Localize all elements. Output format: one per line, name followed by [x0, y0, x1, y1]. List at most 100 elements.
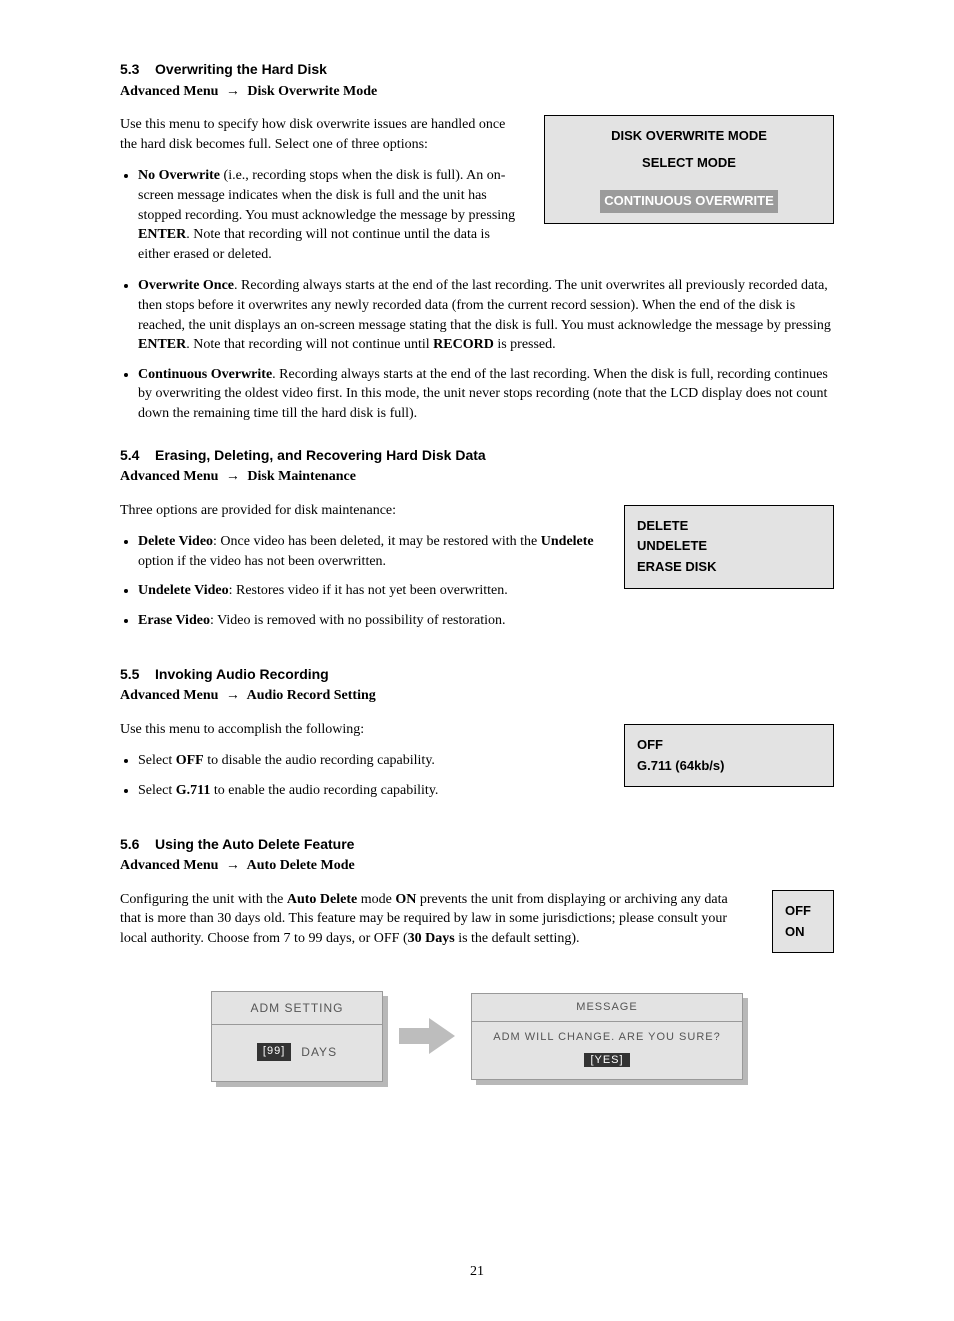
section-title: Overwriting the Hard Disk	[155, 61, 327, 77]
p-text: is the default setting).	[455, 931, 580, 946]
section-5-5: 5.5 Invoking Audio Recording Advanced Me…	[120, 665, 834, 813]
lcd-yes-badge: [YES]	[584, 1053, 629, 1067]
section-number: 5.6	[120, 836, 139, 852]
bullet-list: Select OFF to disable the audio recordin…	[120, 751, 602, 800]
menu-item: ERASE DISK	[637, 557, 821, 578]
page-number: 21	[120, 1262, 834, 1282]
list-item: No Overwrite (i.e., recording stops when…	[138, 166, 522, 264]
lcd-value-badge: [99]	[257, 1043, 291, 1060]
item-label: Overwrite Once	[138, 278, 234, 293]
item-label: Delete Video	[138, 534, 213, 549]
breadcrumb-a: Advanced Menu	[120, 469, 218, 484]
menu-audio-record: OFF G.711 (64kb/s)	[624, 724, 834, 788]
section-heading: 5.3 Overwriting the Hard Disk	[120, 60, 834, 80]
item-label: No Overwrite	[138, 168, 220, 183]
section-5-3: 5.3 Overwriting the Hard Disk Advanced M…	[120, 60, 834, 424]
list-item: Select OFF to disable the audio recordin…	[138, 751, 602, 771]
section-title: Erasing, Deleting, and Recovering Hard D…	[155, 447, 486, 463]
lcd-adm-setting: ADM SETTING [99] DAYS	[211, 991, 383, 1082]
bullet-list: Delete Video: Once video has been delete…	[120, 532, 602, 630]
list-item: Continuous Overwrite. Recording always s…	[138, 365, 834, 424]
item-label: Erase Video	[138, 613, 210, 628]
menu-item: OFF	[637, 735, 821, 756]
breadcrumb: Advanced Menu → Audio Record Setting	[120, 686, 834, 706]
item-label: Continuous Overwrite	[138, 367, 272, 382]
section-number: 5.5	[120, 666, 139, 682]
menu-item: DELETE	[637, 516, 821, 537]
section-heading: 5.5 Invoking Audio Recording	[120, 665, 834, 685]
breadcrumb-a: Advanced Menu	[120, 688, 218, 703]
section-heading: 5.4 Erasing, Deleting, and Recovering Ha…	[120, 446, 834, 466]
undelete-label: Undelete	[541, 534, 594, 549]
lcd-message: MESSAGE ADM WILL CHANGE. ARE YOU SURE? […	[471, 993, 743, 1080]
p-text: mode	[357, 892, 395, 907]
item-text: . Note that recording will not continue …	[138, 227, 490, 262]
item-text: : Video is removed with no possibility o…	[210, 613, 506, 628]
menu-disk-overwrite: DISK OVERWRITE MODE SELECT MODE CONTINUO…	[544, 115, 834, 223]
g711-label: G.711	[176, 783, 211, 798]
item-label: Undelete Video	[138, 583, 229, 598]
item-text: to enable the audio recording capability…	[210, 783, 438, 798]
key-enter: ENTER	[138, 227, 186, 242]
breadcrumb-b: Disk Overwrite Mode	[247, 84, 377, 99]
breadcrumb: Advanced Menu → Auto Delete Mode	[120, 856, 834, 876]
thirty-days-label: 30 Days	[408, 931, 455, 946]
breadcrumb-b: Disk Maintenance	[247, 469, 356, 484]
section-title: Invoking Audio Recording	[155, 666, 329, 682]
menu-title: DISK OVERWRITE MODE	[557, 126, 821, 147]
lcd-row: ADM SETTING [99] DAYS MESSAGE ADM WILL C…	[120, 991, 834, 1082]
menu-selected: CONTINUOUS OVERWRITE	[600, 190, 778, 213]
section-heading: 5.6 Using the Auto Delete Feature	[120, 835, 834, 855]
menu-item: ON	[785, 922, 821, 943]
big-arrow-right-icon	[399, 1016, 455, 1056]
section-5-4: 5.4 Erasing, Deleting, and Recovering Ha…	[120, 446, 834, 643]
p-text: Configuring the unit with the	[120, 892, 287, 907]
lcd-unit: DAYS	[301, 1044, 337, 1061]
menu-item: G.711 (64kb/s)	[637, 756, 821, 777]
breadcrumb-b: Auto Delete Mode	[247, 858, 355, 873]
lcd-msg-text: ADM WILL CHANGE. ARE YOU SURE?	[472, 1022, 742, 1049]
breadcrumb-a: Advanced Menu	[120, 858, 218, 873]
list-item: Undelete Video: Restores video if it has…	[138, 581, 602, 601]
breadcrumb-a: Advanced Menu	[120, 84, 218, 99]
arrow-right-icon: →	[226, 84, 240, 99]
lcd-msg-title: MESSAGE	[472, 994, 742, 1022]
breadcrumb: Advanced Menu → Disk Overwrite Mode	[120, 82, 834, 102]
section-5-6: 5.6 Using the Auto Delete Feature Advanc…	[120, 835, 834, 1082]
item-text: to disable the audio recording capabilit…	[204, 753, 435, 768]
intro-text: Use this menu to specify how disk overwr…	[120, 115, 522, 154]
list-item: Delete Video: Once video has been delete…	[138, 532, 602, 571]
list-item: Overwrite Once. Recording always starts …	[138, 276, 834, 354]
item-text: Select	[138, 783, 176, 798]
arrow-right-icon: →	[226, 688, 240, 703]
item-text: : Restores video if it has not yet been …	[229, 583, 508, 598]
section-number: 5.4	[120, 447, 139, 463]
off-label: OFF	[176, 753, 204, 768]
bullet-list: No Overwrite (i.e., recording stops when…	[120, 166, 522, 264]
item-text: Select	[138, 753, 176, 768]
item-text: : Once video has been deleted, it may be…	[213, 534, 541, 549]
list-item: Erase Video: Video is removed with no po…	[138, 611, 602, 631]
section-number: 5.3	[120, 61, 139, 77]
item-text: . Note that recording will not continue …	[186, 337, 433, 352]
arrow-right-icon: →	[226, 858, 240, 873]
menu-subtitle: SELECT MODE	[557, 153, 821, 174]
key-record: RECORD	[433, 337, 494, 352]
key-enter: ENTER	[138, 337, 186, 352]
breadcrumb: Advanced Menu → Disk Maintenance	[120, 467, 834, 487]
item-text: . Recording always starts at the end of …	[138, 278, 831, 332]
list-item: Select G.711 to enable the audio recordi…	[138, 781, 602, 801]
auto-delete-label: Auto Delete	[287, 892, 357, 907]
bullet-list: Overwrite Once. Recording always starts …	[120, 276, 834, 423]
section-title: Using the Auto Delete Feature	[155, 836, 354, 852]
menu-item: UNDELETE	[637, 536, 821, 557]
paragraph: Configuring the unit with the Auto Delet…	[120, 890, 750, 949]
item-text: is pressed.	[494, 337, 556, 352]
menu-disk-maintenance: DELETE UNDELETE ERASE DISK	[624, 505, 834, 589]
arrow-right-icon: →	[226, 469, 240, 484]
intro-text: Three options are provided for disk main…	[120, 501, 602, 521]
menu-item: OFF	[785, 901, 821, 922]
menu-auto-delete: OFF ON	[772, 890, 834, 954]
breadcrumb-b: Audio Record Setting	[247, 688, 376, 703]
lcd-title: ADM SETTING	[212, 992, 382, 1026]
